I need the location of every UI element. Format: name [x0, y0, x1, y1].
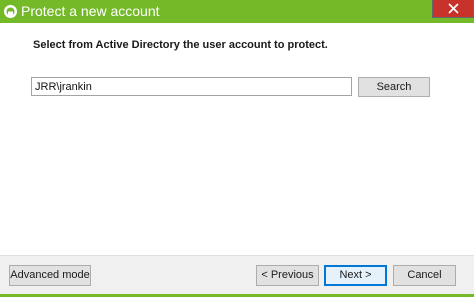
- account-input[interactable]: [31, 77, 352, 96]
- next-button[interactable]: Next >: [324, 265, 387, 286]
- advanced-mode-button[interactable]: Advanced mode: [9, 265, 91, 286]
- window-title: Protect a new account: [21, 3, 160, 19]
- cancel-button[interactable]: Cancel: [393, 265, 456, 286]
- close-button[interactable]: [432, 0, 474, 18]
- previous-button[interactable]: < Previous: [256, 265, 319, 286]
- title-bar[interactable]: Protect a new account: [0, 0, 474, 23]
- close-icon: [448, 3, 459, 14]
- app-logo-icon: [4, 5, 17, 18]
- instruction-text: Select from Active Directory the user ac…: [33, 39, 328, 51]
- search-button[interactable]: Search: [358, 77, 430, 97]
- dialog-window: Protect a new account Select from Active…: [0, 0, 474, 297]
